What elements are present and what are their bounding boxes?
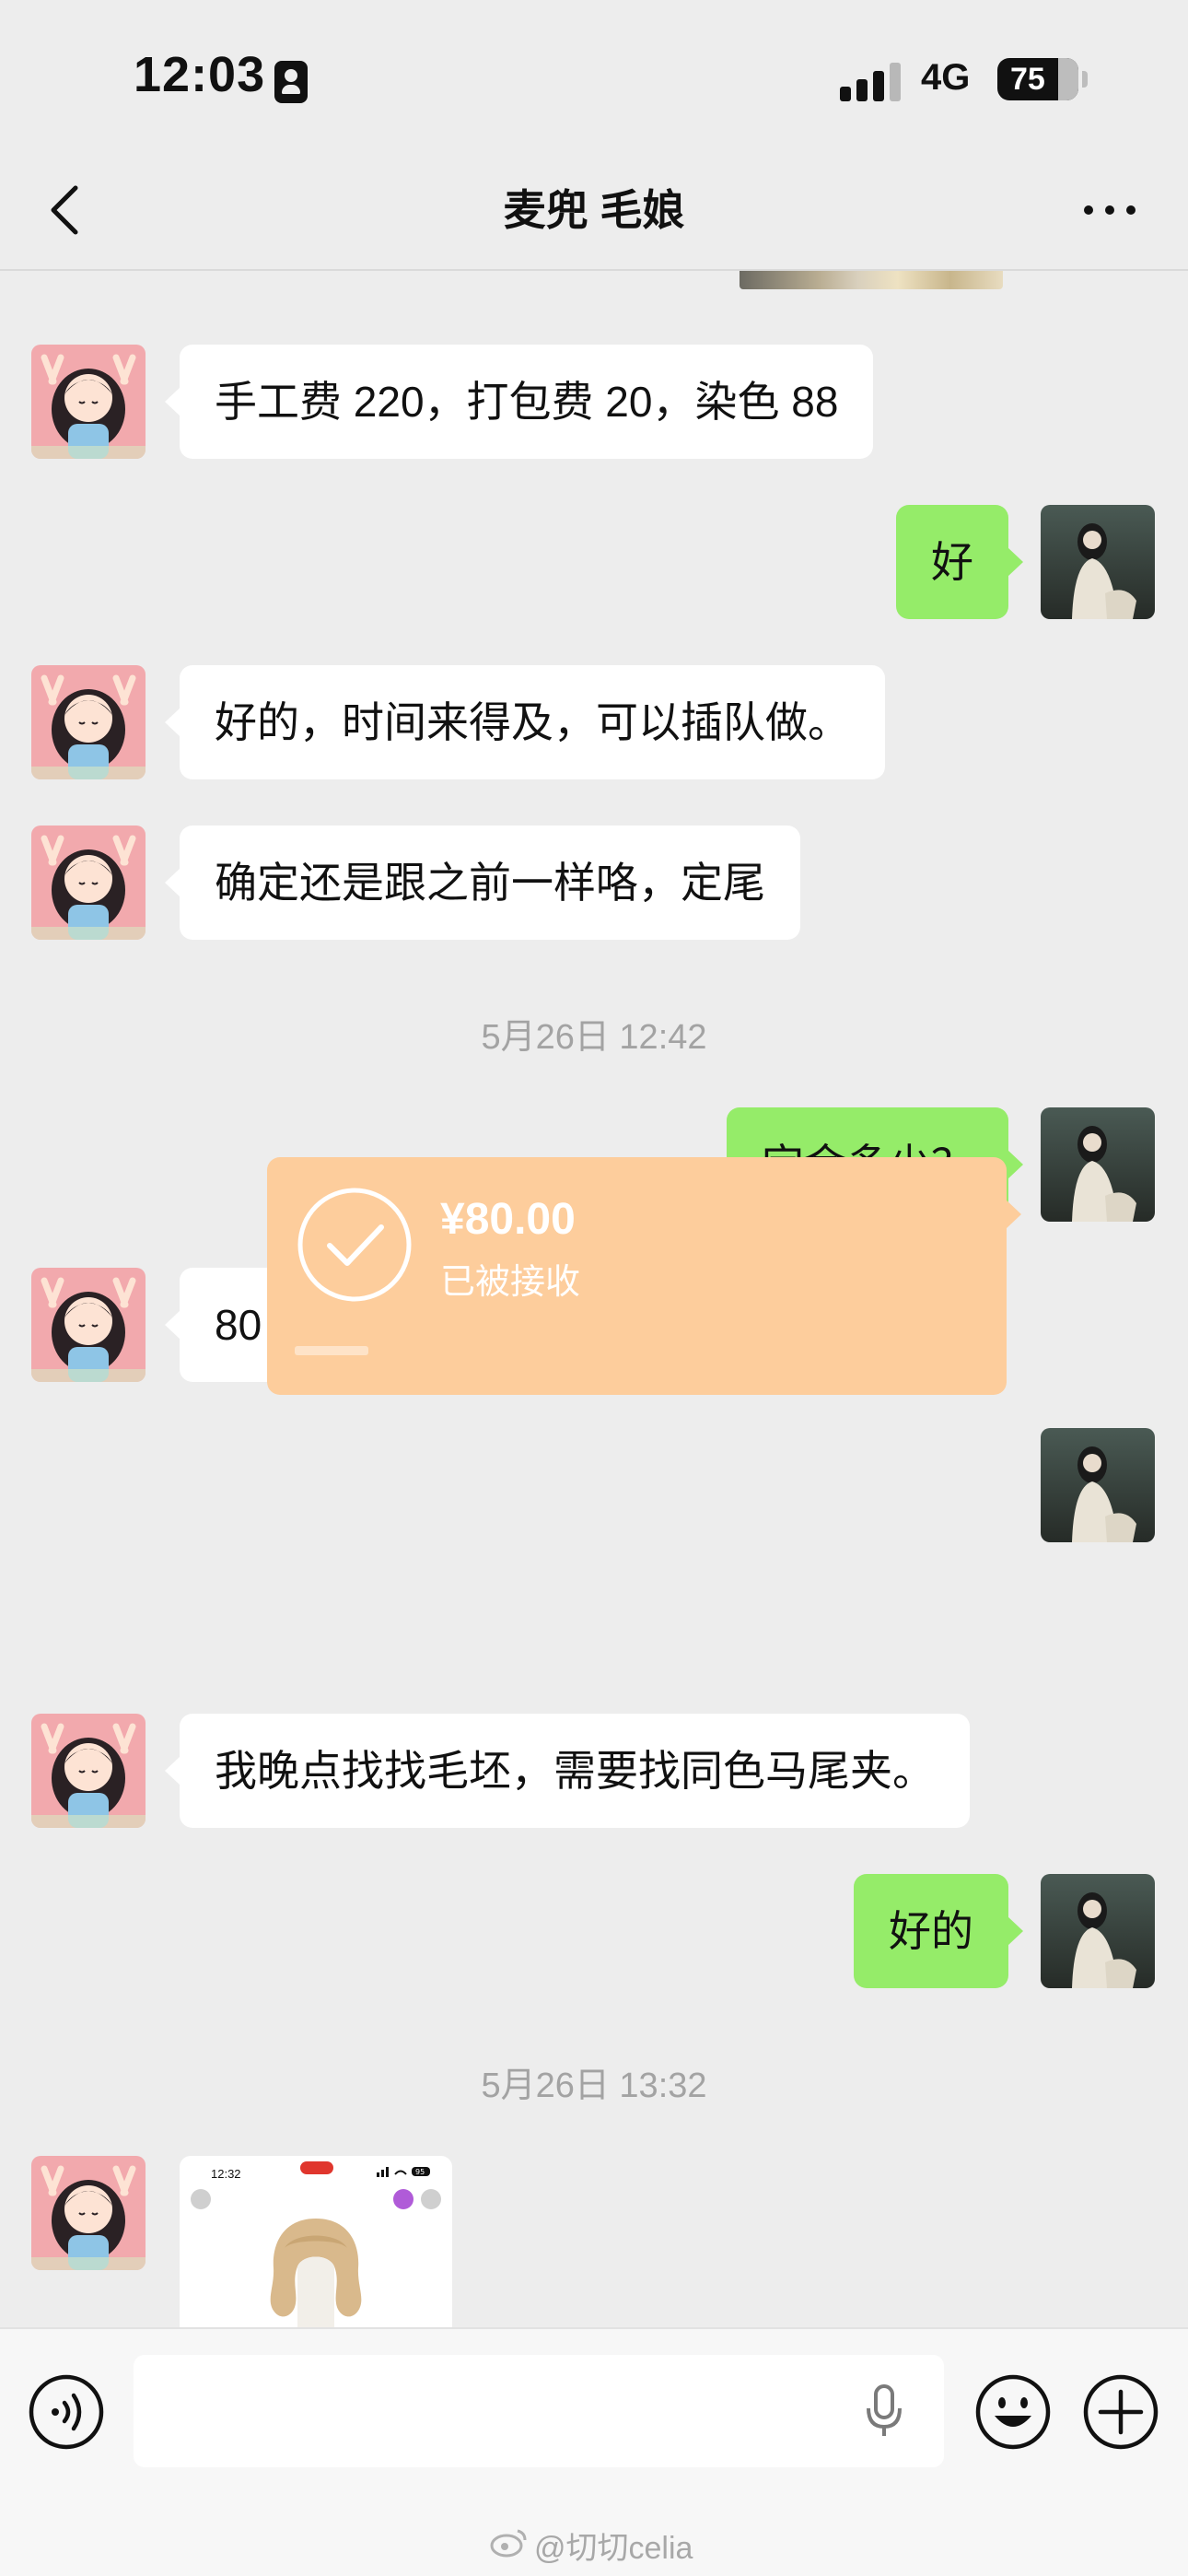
message-bubble-outgoing[interactable]: 好 bbox=[896, 505, 1023, 619]
image-inner-dot bbox=[393, 2189, 413, 2209]
image-message[interactable]: 12:32 95 bbox=[180, 2156, 452, 2327]
image-inner-battery: 95 bbox=[415, 2168, 425, 2176]
chat-timestamp: 5月26日 13:32 bbox=[481, 2067, 707, 2105]
previous-image-thumbnail[interactable] bbox=[740, 271, 1003, 289]
message-bubble-incoming[interactable]: 确定还是跟之前一样咯，定尾 bbox=[165, 825, 800, 940]
image-inner-back bbox=[191, 2189, 211, 2209]
image-inner-time: 12:32 bbox=[211, 2167, 241, 2181]
status-time: 12:03 bbox=[134, 47, 266, 102]
contact-avatar[interactable] bbox=[31, 345, 146, 459]
chat-timestamp: 5月26日 12:42 bbox=[481, 1018, 707, 1057]
signal-bars-icon bbox=[840, 63, 904, 101]
voice-icon[interactable] bbox=[28, 2373, 105, 2451]
image-inner-badge bbox=[300, 2161, 333, 2174]
contact-avatar[interactable] bbox=[31, 665, 146, 779]
message-input[interactable] bbox=[134, 2355, 944, 2467]
transfer-status: 已被接收 bbox=[440, 1263, 581, 1302]
image-inner-dot bbox=[421, 2189, 441, 2209]
contact-card-icon bbox=[274, 61, 308, 103]
chat-area[interactable]: 手工费 220，打包费 20，染色 88 好 好的，时间来得及，可以插队做。 确… bbox=[0, 271, 1188, 2327]
contact-avatar[interactable] bbox=[31, 1714, 146, 1828]
message-bubble-outgoing[interactable]: 好的 bbox=[854, 1874, 1023, 1988]
my-avatar[interactable] bbox=[1041, 505, 1155, 619]
my-avatar[interactable] bbox=[1041, 1107, 1155, 1222]
transfer-footer bbox=[295, 1346, 368, 1355]
contact-avatar[interactable] bbox=[31, 2156, 146, 2270]
message-bubble-incoming[interactable]: 我晚点找找毛坯，需要找同色马尾夹。 bbox=[165, 1714, 970, 1828]
back-chevron-icon[interactable] bbox=[39, 182, 94, 238]
checkmark-circle-icon bbox=[295, 1185, 414, 1305]
transfer-amount: ¥80.00 bbox=[440, 1195, 576, 1244]
network-label: 4G bbox=[921, 57, 971, 98]
my-avatar[interactable] bbox=[1041, 1428, 1155, 1542]
battery-icon: 75 bbox=[997, 58, 1078, 100]
chat-title: 麦兜 毛娘 bbox=[503, 186, 685, 234]
contact-avatar[interactable] bbox=[31, 825, 146, 940]
more-dots-icon[interactable] bbox=[1077, 182, 1142, 238]
watermark-text: @切切celia bbox=[534, 2531, 693, 2566]
microphone-icon[interactable] bbox=[861, 2383, 907, 2440]
battery-tip bbox=[1082, 71, 1088, 88]
my-avatar[interactable] bbox=[1041, 1874, 1155, 1988]
contact-avatar[interactable] bbox=[31, 1268, 146, 1382]
wig-image bbox=[261, 2211, 371, 2327]
image-inner-status: 95 bbox=[377, 2165, 432, 2177]
weibo-logo-icon bbox=[490, 2525, 529, 2558]
message-bubble-incoming[interactable]: 手工费 220，打包费 20，染色 88 bbox=[164, 345, 874, 459]
status-bar: 12:03 4G 75 bbox=[0, 0, 1188, 157]
battery-level: 75 bbox=[1010, 62, 1045, 97]
message-bubble-incoming[interactable]: 好的，时间来得及，可以插队做。 bbox=[165, 665, 885, 779]
transfer-card[interactable]: ¥80.00 已被接收 bbox=[267, 1157, 1021, 1395]
plus-icon[interactable] bbox=[1082, 2373, 1159, 2451]
emoji-icon[interactable] bbox=[974, 2373, 1052, 2451]
nav-bar: 麦兜 毛娘 bbox=[0, 157, 1188, 271]
